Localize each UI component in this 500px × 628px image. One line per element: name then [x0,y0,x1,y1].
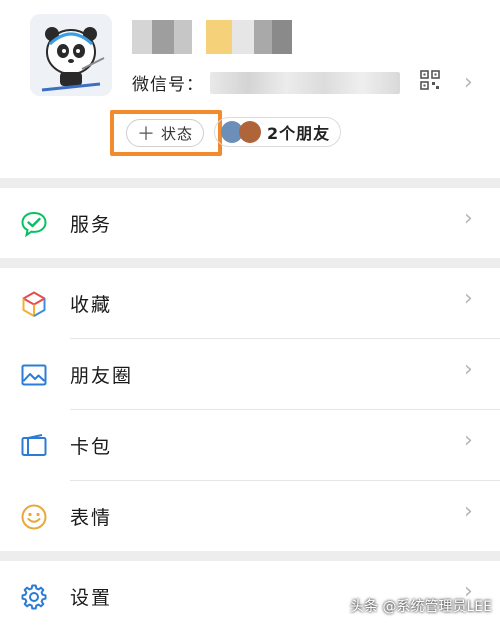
sticker-smile-icon [21,504,47,530]
plus-icon: ＋ [136,124,156,145]
menu-item-stickers[interactable]: 表情 › [0,481,500,551]
menu-item-cards[interactable]: 卡包 › [0,410,500,480]
favorites-cube-icon [22,291,46,317]
moments-picture-icon [21,364,47,386]
friends-status-button[interactable]: 2个朋友 [214,117,342,147]
menu-label: 设置 [70,587,113,609]
wechat-id-row: 微信号： [132,70,400,95]
avatar[interactable] [30,14,112,96]
profile-header[interactable]: 微信号： › ＋ 状态 2个朋友 [0,0,500,178]
chevron-right-icon: › [464,286,473,311]
wechat-id-value-blurred [210,71,400,94]
menu-label: 卡包 [70,436,113,458]
qr-code-icon[interactable] [420,70,440,90]
nickname-blurred [132,20,292,54]
menu-item-service[interactable]: 服务 › [0,188,500,258]
menu-label: 朋友圈 [70,365,134,387]
wechat-id-label: 微信号： [132,75,204,95]
service-check-icon [21,211,47,238]
section-gap [0,258,500,268]
section-gap [0,178,500,188]
card-wallet-icon [21,434,47,456]
watermark: 头条 @系统管理员LEE [350,599,492,615]
gear-icon [21,584,47,610]
panda-mascot-icon [30,14,112,96]
menu-label: 表情 [70,507,113,529]
menu-item-settings[interactable]: 设置 › [0,561,500,628]
chevron-right-icon: › [464,70,473,95]
chevron-right-icon: › [464,428,473,453]
chevron-right-icon: › [464,357,473,382]
menu-label: 收藏 [70,294,113,316]
add-status-button[interactable]: ＋ 状态 [126,119,204,147]
section-gap [0,551,500,561]
chevron-right-icon: › [464,499,473,524]
menu-item-moments[interactable]: 朋友圈 › [0,339,500,409]
friends-count-label: 2个朋友 [267,124,331,143]
status-label: 状态 [160,124,193,143]
menu-label: 服务 [70,214,113,236]
friend-avatar [239,121,261,143]
menu-item-favorites[interactable]: 收藏 › [0,268,500,338]
chevron-right-icon: › [464,206,473,231]
